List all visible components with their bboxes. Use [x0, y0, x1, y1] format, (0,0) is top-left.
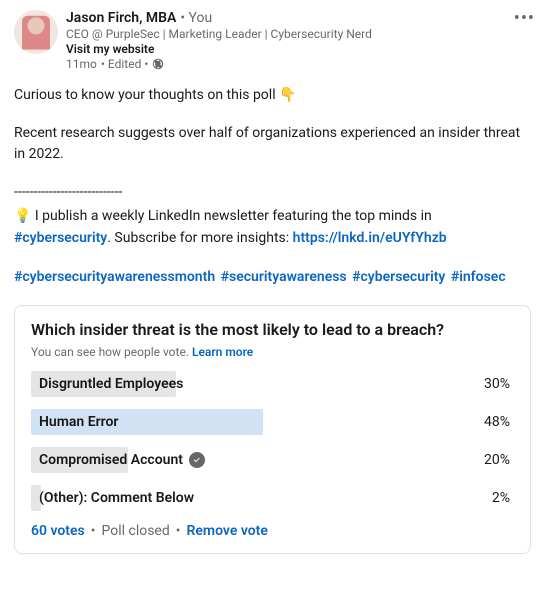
globe-icon — [152, 58, 164, 70]
newsletter-text-1: 💡 I publish a weekly LinkedIn newsletter… — [14, 208, 432, 224]
subscribe-link[interactable]: https://lnkd.in/eUYfYhzb — [293, 230, 447, 246]
poll-option-2[interactable]: Compromised Account 20% — [31, 447, 514, 473]
learn-more-link[interactable]: Learn more — [192, 345, 253, 359]
check-icon — [189, 452, 205, 468]
body-line-1: Curious to know your thoughts on this po… — [14, 85, 531, 105]
poll-option-label: Human Error — [31, 414, 118, 430]
poll-closed-label: Poll closed — [101, 523, 169, 539]
poll-options: Disgruntled Employees 30% Human Error 48% Co… — [31, 371, 514, 511]
poll-option-label: (Other): Comment Below — [31, 490, 194, 506]
post-header: Jason Firch, MBA • You CEO @ PurpleSec |… — [14, 10, 531, 71]
remove-vote-link[interactable]: Remove vote — [187, 523, 268, 539]
poll-question: Which insider threat is the most likely … — [31, 320, 514, 339]
visit-website-link[interactable]: Visit my website — [66, 42, 531, 56]
hashtag-row: #cybersecurityawarenessmonth #securityaw… — [14, 267, 531, 287]
subscribe-text: . Subscribe for more insights: — [107, 230, 292, 246]
poll-option-pct: 48% — [484, 414, 510, 430]
overflow-menu-icon[interactable]: ••• — [514, 8, 535, 29]
poll-subtext: You can see how people vote. Learn more — [31, 345, 514, 359]
poll-option-label: Disgruntled Employees — [31, 376, 183, 392]
avatar[interactable] — [14, 10, 58, 54]
poll-option-pct: 20% — [484, 452, 510, 468]
poll-sub-prefix: You can see how people vote. — [31, 345, 192, 359]
author-name[interactable]: Jason Firch, MBA — [66, 10, 176, 26]
newsletter-line: 💡 I publish a weekly LinkedIn newsletter… — [14, 206, 531, 226]
hashtag-cybersecurity-inline[interactable]: #cybersecurity — [14, 230, 107, 246]
post-time-row: 11mo • Edited • — [66, 57, 531, 71]
poll-option-pct: 30% — [484, 376, 510, 392]
poll-option-0[interactable]: Disgruntled Employees 30% — [31, 371, 514, 397]
post-card: ••• Jason Firch, MBA • You CEO @ PurpleS… — [0, 0, 545, 554]
body-line-2: Recent research suggests over half of or… — [14, 123, 531, 164]
poll-option-1[interactable]: Human Error 48% — [31, 409, 514, 435]
poll-option-label: Compromised Account — [31, 452, 205, 468]
you-label: • You — [180, 10, 212, 26]
separator: ---------------------------- — [14, 182, 531, 202]
author-meta: Jason Firch, MBA • You CEO @ PurpleSec |… — [66, 10, 531, 71]
hashtag-2[interactable]: #securityawareness — [221, 269, 347, 285]
poll-card: Which insider threat is the most likely … — [14, 305, 531, 554]
edited-label: • Edited • — [101, 57, 149, 71]
hashtag-4[interactable]: #infosec — [451, 269, 506, 285]
votes-link[interactable]: 60 votes — [31, 523, 85, 539]
author-title: CEO @ PurpleSec | Marketing Leader | Cyb… — [66, 27, 531, 41]
hashtag-1[interactable]: #cybersecurityawarenessmonth — [14, 269, 215, 285]
hashtag-3[interactable]: #cybersecurity — [352, 269, 445, 285]
post-age: 11mo — [66, 57, 97, 71]
poll-option-pct: 2% — [492, 490, 510, 506]
post-body: Curious to know your thoughts on this po… — [14, 85, 531, 287]
poll-option-3[interactable]: (Other): Comment Below 2% — [31, 485, 514, 511]
poll-footer: 60 votes • Poll closed • Remove vote — [31, 523, 514, 539]
